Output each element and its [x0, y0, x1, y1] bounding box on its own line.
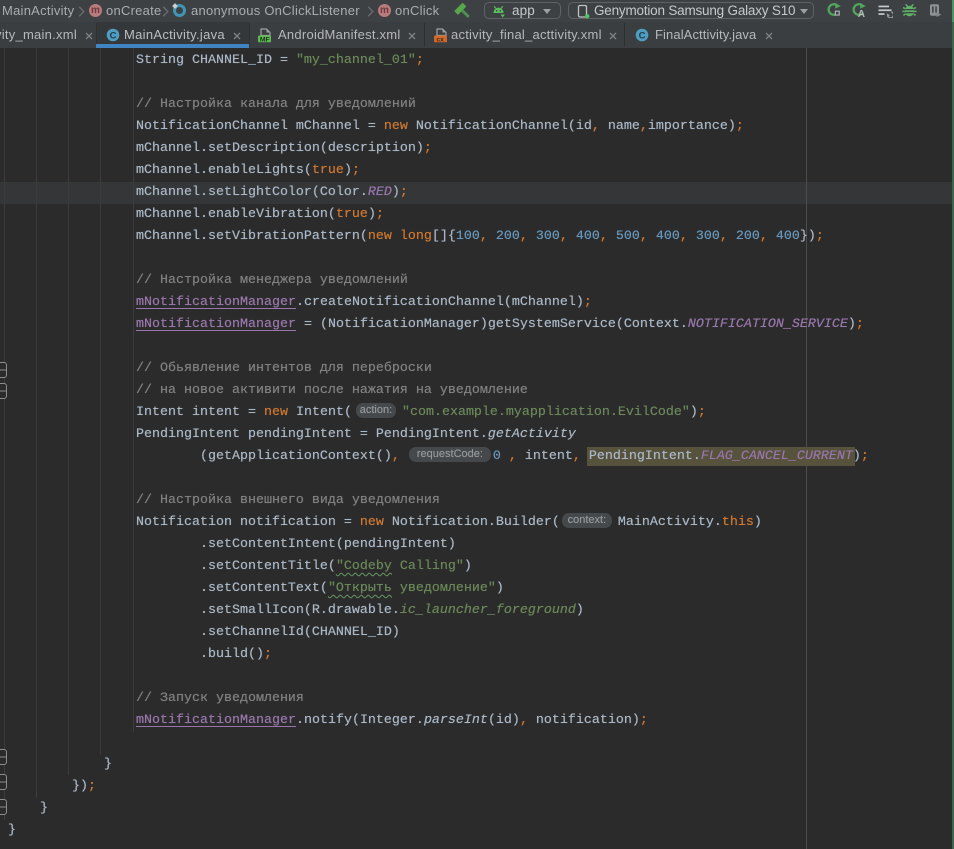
- svg-text:C: C: [110, 30, 117, 41]
- svg-text:cx: cx: [436, 36, 444, 43]
- svg-text:A: A: [858, 9, 865, 18]
- svg-text:MF: MF: [260, 36, 270, 43]
- svg-text:C: C: [639, 30, 646, 41]
